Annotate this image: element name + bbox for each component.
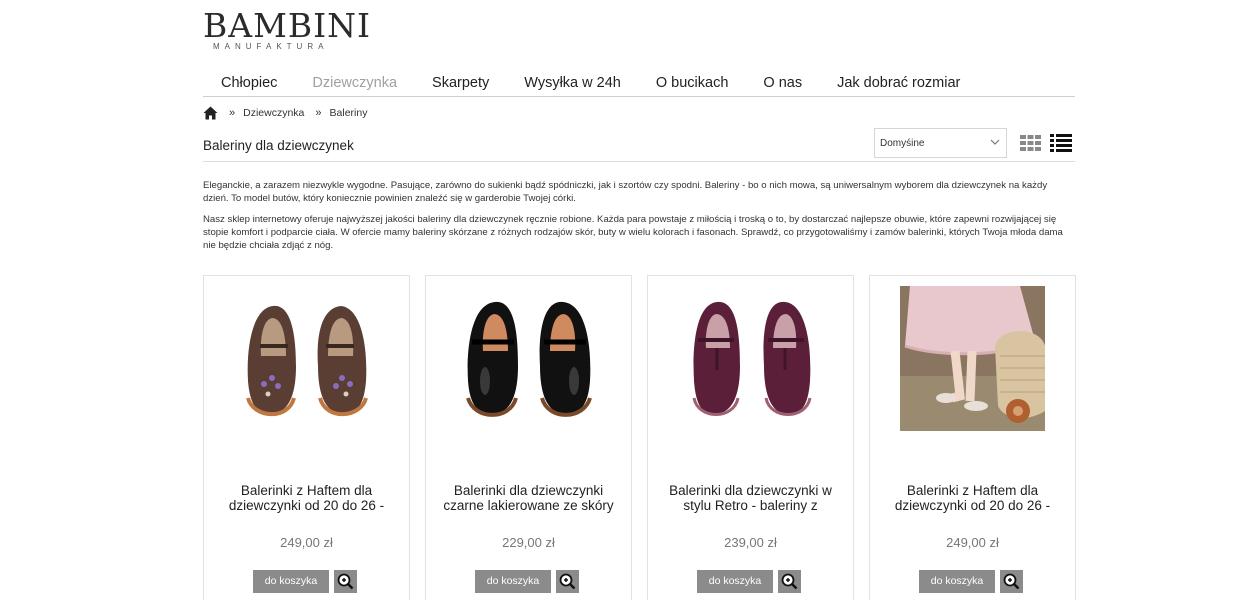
nav-item-o-nas[interactable]: O nas: [763, 73, 802, 96]
product-name[interactable]: Balerinki dla dziewczynki w stylu Retro …: [658, 483, 843, 513]
main-nav: Chłopiec Dziewczynka Skarpety Wysyłka w …: [203, 73, 1075, 97]
nav-item-skarpety[interactable]: Skarpety: [432, 73, 489, 96]
zoom-icon: [559, 573, 576, 590]
add-to-cart-button[interactable]: do koszyka: [253, 570, 329, 593]
breadcrumb-dziewczynka[interactable]: Dziewczynka: [243, 107, 304, 119]
quick-view-button[interactable]: [556, 570, 579, 593]
nav-item-rozmiar[interactable]: Jak dobrać rozmiar: [837, 73, 960, 96]
grid-view-icon[interactable]: [1020, 135, 1041, 151]
product-price: 229,00 zł: [502, 535, 555, 550]
quick-view-button[interactable]: [778, 570, 801, 593]
breadcrumb-separator: »: [315, 107, 322, 119]
category-description: Eleganckie, a zarazem niezwykle wygodne.…: [203, 179, 1075, 260]
zoom-icon: [337, 573, 354, 590]
nav-item-wysylka[interactable]: Wysyłka w 24h: [524, 73, 621, 96]
list-view-icon[interactable]: [1050, 134, 1072, 152]
quick-view-button[interactable]: [1000, 570, 1023, 593]
product-grid: Balerinki z Haftem dla dziewczynki od 20…: [203, 275, 1076, 600]
product-card[interactable]: Balerinki dla dziewczynki w stylu Retro …: [647, 275, 854, 600]
product-image[interactable]: [228, 286, 386, 430]
product-price: 239,00 zł: [724, 535, 777, 550]
product-image[interactable]: [450, 286, 608, 430]
product-name[interactable]: Balerinki dla dziewczynki czarne lakiero…: [436, 483, 621, 513]
zoom-icon: [781, 573, 798, 590]
quick-view-button[interactable]: [334, 570, 357, 593]
nav-item-o-bucikach[interactable]: O bucikach: [656, 73, 729, 96]
product-image[interactable]: [672, 286, 830, 430]
product-name[interactable]: Balerinki z Haftem dla dziewczynki od 20…: [214, 483, 399, 513]
product-card[interactable]: Balerinki z Haftem dla dziewczynki od 20…: [203, 275, 410, 600]
sort-selected-value: Domyśine: [880, 138, 925, 149]
page-title: Baleriny dla dziewczynek: [203, 138, 354, 153]
product-card[interactable]: Balerinki dla dziewczynki czarne lakiero…: [425, 275, 632, 600]
home-icon[interactable]: [203, 106, 218, 120]
nav-item-chlopiec[interactable]: Chłopiec: [221, 73, 277, 96]
logo-main-text: BAMBINI: [203, 6, 372, 45]
category-header: Baleriny dla dziewczynek Domyśine: [203, 128, 1075, 162]
sort-select[interactable]: Domyśine: [874, 128, 1007, 158]
nav-item-dziewczynka[interactable]: Dziewczynka: [312, 73, 397, 96]
product-price: 249,00 zł: [280, 535, 333, 550]
breadcrumb-baleriny[interactable]: Baleriny: [330, 107, 368, 119]
product-name[interactable]: Balerinki z Haftem dla dziewczynki od 20…: [880, 483, 1065, 513]
add-to-cart-button[interactable]: do koszyka: [919, 570, 995, 593]
product-photo[interactable]: [900, 286, 1045, 431]
chevron-down-icon: [990, 139, 1000, 145]
zoom-icon: [1003, 573, 1020, 590]
add-to-cart-button[interactable]: do koszyka: [697, 570, 773, 593]
product-card[interactable]: Balerinki z Haftem dla dziewczynki od 20…: [869, 275, 1076, 600]
description-paragraph: Nasz sklep internetowy oferuje najwyższe…: [203, 214, 1063, 251]
breadcrumb-separator: »: [229, 107, 236, 119]
breadcrumb: » Dziewczynka » Baleriny: [203, 106, 367, 120]
add-to-cart-button[interactable]: do koszyka: [475, 570, 551, 593]
store-logo[interactable]: BAMBINI MANUFAKTURA: [203, 6, 372, 52]
product-price: 249,00 zł: [946, 535, 999, 550]
description-paragraph: Eleganckie, a zarazem niezwykle wygodne.…: [203, 180, 1048, 204]
